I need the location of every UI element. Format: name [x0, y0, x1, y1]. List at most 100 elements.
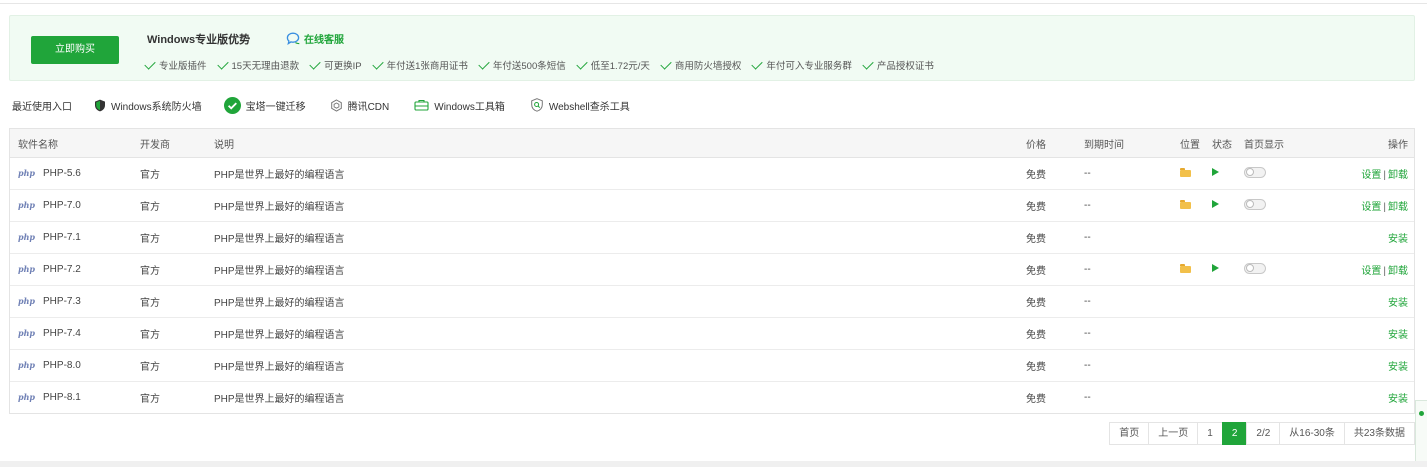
online-service-link[interactable]: 在线客服 [286, 31, 344, 46]
prev-page-button[interactable]: 上一页 [1148, 422, 1199, 445]
uninstall-link[interactable]: 卸载 [1388, 170, 1408, 181]
table-row: php PHP-8.0 官方 PHP是世界上最好的编程语言 免费 -- 安装 [10, 349, 1414, 382]
install-link[interactable]: 安装 [1388, 234, 1408, 245]
benefit-label: 可更换IP [324, 61, 362, 72]
expire-cell: -- [1084, 317, 1180, 350]
software-name: PHP-7.3 [43, 296, 81, 307]
folder-icon[interactable] [1180, 168, 1191, 177]
benefit-label: 年付送1张商用证书 [386, 61, 468, 72]
action-separator: | [1383, 170, 1386, 181]
recent-entries: 最近使用入口 Windows系统防火墙 宝塔一键迁移 腾讯CDN Windows… [12, 96, 630, 114]
uninstall-link[interactable]: 卸载 [1388, 202, 1408, 213]
status-cell [1212, 253, 1244, 286]
price-cell: 免费 [1026, 221, 1084, 254]
price-cell: 免费 [1026, 394, 1046, 405]
location-cell [1180, 382, 1212, 414]
software-name-cell: php PHP-7.4 [10, 317, 140, 350]
install-link[interactable]: 安装 [1388, 330, 1408, 341]
play-status-icon[interactable] [1212, 168, 1219, 176]
page-1-button[interactable]: 1 [1197, 422, 1223, 445]
play-status-icon[interactable] [1212, 264, 1219, 272]
settings-link[interactable]: 设置 [1361, 266, 1381, 277]
developer-cell: 官方 [140, 221, 214, 254]
developer-cell: 官方 [140, 253, 214, 286]
install-link[interactable]: 安装 [1388, 362, 1408, 373]
developer-cell: 官方 [140, 317, 214, 350]
folder-icon[interactable] [1180, 264, 1191, 273]
pagination: 首页 上一页 1 2 2/2 从16-30条 共23条数据 [1109, 422, 1415, 445]
buy-now-button[interactable]: 立即购买 [31, 36, 119, 64]
benefit-item: 商用防火墙授权 [660, 57, 741, 72]
software-name: PHP-8.0 [43, 360, 81, 371]
recent-item-windows-firewall[interactable]: Windows系统防火墙 [94, 98, 202, 113]
recent-item-label: Webshell查杀工具 [548, 101, 630, 113]
action-separator: | [1383, 266, 1386, 277]
software-name-cell: php PHP-7.1 [10, 221, 140, 254]
col-header-name[interactable]: 软件名称 [10, 129, 140, 158]
recent-item-one-click-migration[interactable]: 宝塔一键迁移 [223, 96, 306, 114]
php-logo-icon: php [18, 168, 36, 178]
status-cell [1212, 221, 1244, 254]
recent-item-label: Windows系统防火墙 [111, 101, 202, 113]
first-page-button[interactable]: 首页 [1109, 422, 1150, 445]
software-name-cell: php PHP-5.6 [10, 157, 140, 190]
expire-cell: -- [1084, 392, 1091, 403]
php-logo-icon: php [18, 264, 36, 274]
recent-item-webshell-scanner[interactable]: Webshell查杀工具 [530, 98, 630, 113]
location-cell [1180, 189, 1212, 222]
homepage-toggle[interactable] [1244, 198, 1266, 210]
php-logo-icon: php [18, 328, 36, 338]
software-name: PHP-7.4 [43, 328, 81, 339]
benefit-label: 年付送500条短信 [492, 61, 566, 72]
developer-cell: 官方 [140, 349, 214, 382]
check-icon [576, 57, 588, 70]
price-cell: 免费 [1026, 349, 1084, 382]
settings-link[interactable]: 设置 [1361, 202, 1381, 213]
folder-icon[interactable] [1180, 200, 1191, 209]
install-link[interactable]: 安装 [1388, 298, 1408, 309]
action-cell: 安装 [1314, 221, 1414, 254]
recent-item-label: 宝塔一键迁移 [245, 101, 306, 113]
benefit-label: 低至1.72元/天 [590, 61, 650, 72]
software-name-cell: php PHP-7.0 [10, 189, 140, 222]
location-cell [1180, 157, 1212, 190]
software-name: PHP-7.2 [43, 264, 81, 275]
table-row: php PHP-7.0 官方 PHP是世界上最好的编程语言 免费 -- 设置 | 卸载 [10, 189, 1414, 222]
recent-item-windows-toolbox[interactable]: Windows工具箱 [414, 98, 505, 113]
check-circle-icon [223, 96, 241, 114]
install-link[interactable]: 安装 [1388, 394, 1408, 405]
col-header-location: 位置 [1180, 129, 1212, 158]
benefit-item: 可更换IP [309, 57, 362, 72]
action-cell: 设置 | 卸载 [1314, 189, 1414, 222]
benefit-item: 年付送1张商用证书 [371, 57, 468, 72]
homepage-toggle[interactable] [1244, 262, 1266, 274]
top-divider [0, 0, 1427, 4]
table-header-row: 软件名称 开发商 说明 价格 到期时间 位置 状态 首页显示 操作 [10, 129, 1414, 158]
expire-cell: -- [1084, 189, 1180, 222]
check-icon [144, 57, 156, 70]
uninstall-link[interactable]: 卸载 [1388, 266, 1408, 277]
play-status-icon[interactable] [1212, 200, 1219, 208]
benefit-item: 15天无理由退款 [216, 57, 300, 72]
expire-cell: -- [1084, 221, 1180, 254]
settings-link[interactable]: 设置 [1361, 170, 1381, 181]
page-2-button[interactable]: 2 [1221, 422, 1248, 445]
check-icon [660, 57, 672, 70]
description-cell: PHP是世界上最好的编程语言 [214, 394, 345, 405]
software-name-cell: php PHP-8.1 [10, 382, 140, 414]
homepage-toggle[interactable] [1244, 166, 1266, 178]
check-icon [309, 57, 321, 70]
location-cell [1180, 317, 1212, 350]
php-logo-icon: php [18, 232, 36, 242]
software-name: PHP-7.1 [43, 232, 81, 243]
side-tab-dot-icon [1419, 411, 1424, 416]
col-header-developer: 开发商 [140, 129, 214, 158]
benefit-label: 产品授权证书 [876, 61, 934, 72]
benefit-item: 低至1.72元/天 [576, 57, 650, 72]
status-cell [1212, 349, 1244, 382]
homepage-cell [1244, 285, 1314, 318]
benefit-label: 15天无理由退款 [231, 61, 300, 72]
recent-item-tencent-cdn[interactable]: 腾讯CDN [330, 98, 389, 113]
side-float-tab[interactable] [1415, 400, 1427, 462]
status-cell [1212, 317, 1244, 350]
